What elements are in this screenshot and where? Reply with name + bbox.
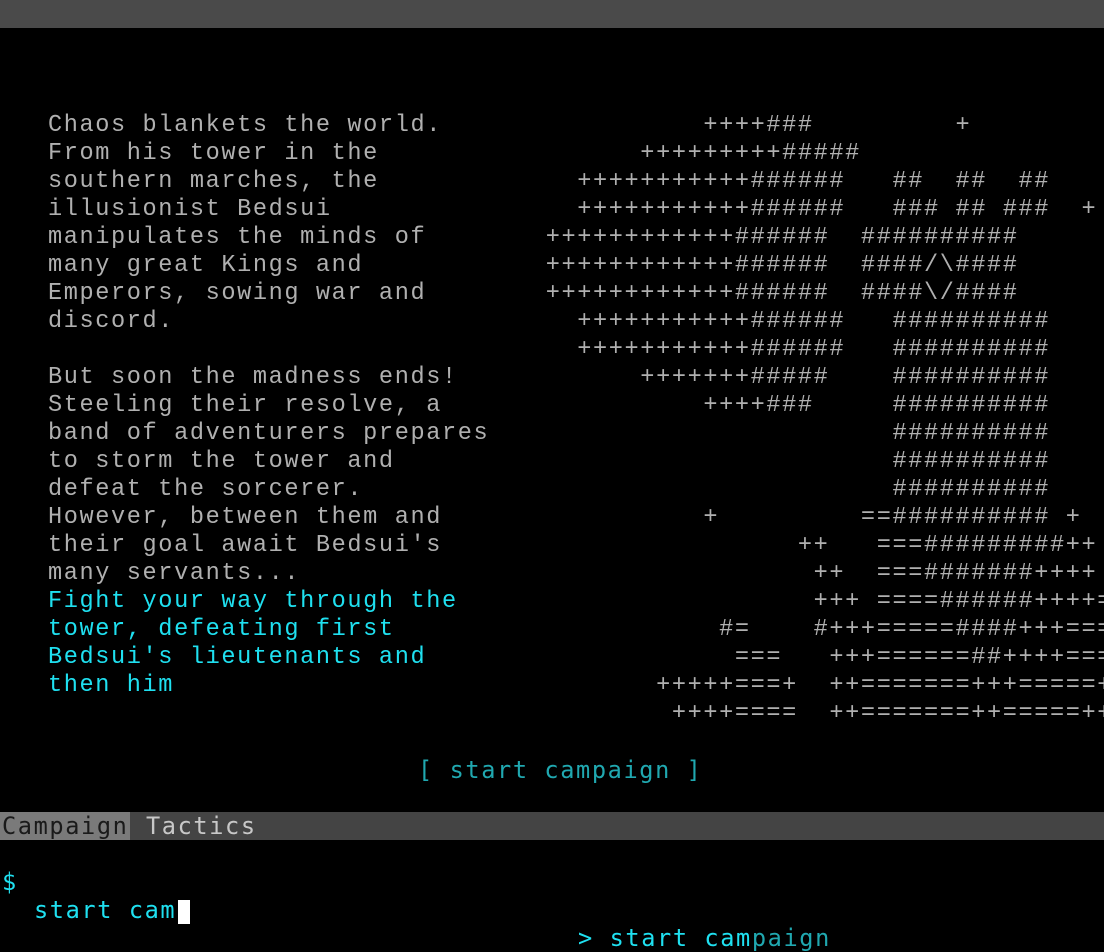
mode-tab-bar: Campaign Tactics <box>0 812 1104 840</box>
goal-text: Fight your way through the tower, defeat… <box>48 588 458 699</box>
intro-text: Chaos blankets the world. From his tower… <box>48 112 489 700</box>
story-text: Chaos blankets the world. From his tower… <box>48 112 490 587</box>
command-input-text: start cam <box>34 896 177 924</box>
text-cursor <box>178 899 191 924</box>
suggestion-completion: paign <box>751 924 831 952</box>
tab-tactics[interactable]: Tactics <box>146 812 257 840</box>
suggestion-prefix: > <box>578 924 610 952</box>
command-input[interactable]: start cam <box>34 896 191 924</box>
autocomplete-suggestion[interactable]: > start campaign <box>578 924 831 952</box>
tab-campaign[interactable]: Campaign <box>0 812 131 840</box>
command-line[interactable]: $ start cam > start campaign <box>0 840 1104 952</box>
start-campaign-button[interactable]: [ start campaign ] <box>418 756 702 784</box>
prompt-symbol: $ <box>2 868 18 896</box>
suggestion-typed: start cam <box>609 924 752 952</box>
tower-ascii-art: ++++### + +++++++++##### +++++++++++####… <box>545 112 1104 727</box>
window-title-bar <box>0 0 1104 28</box>
